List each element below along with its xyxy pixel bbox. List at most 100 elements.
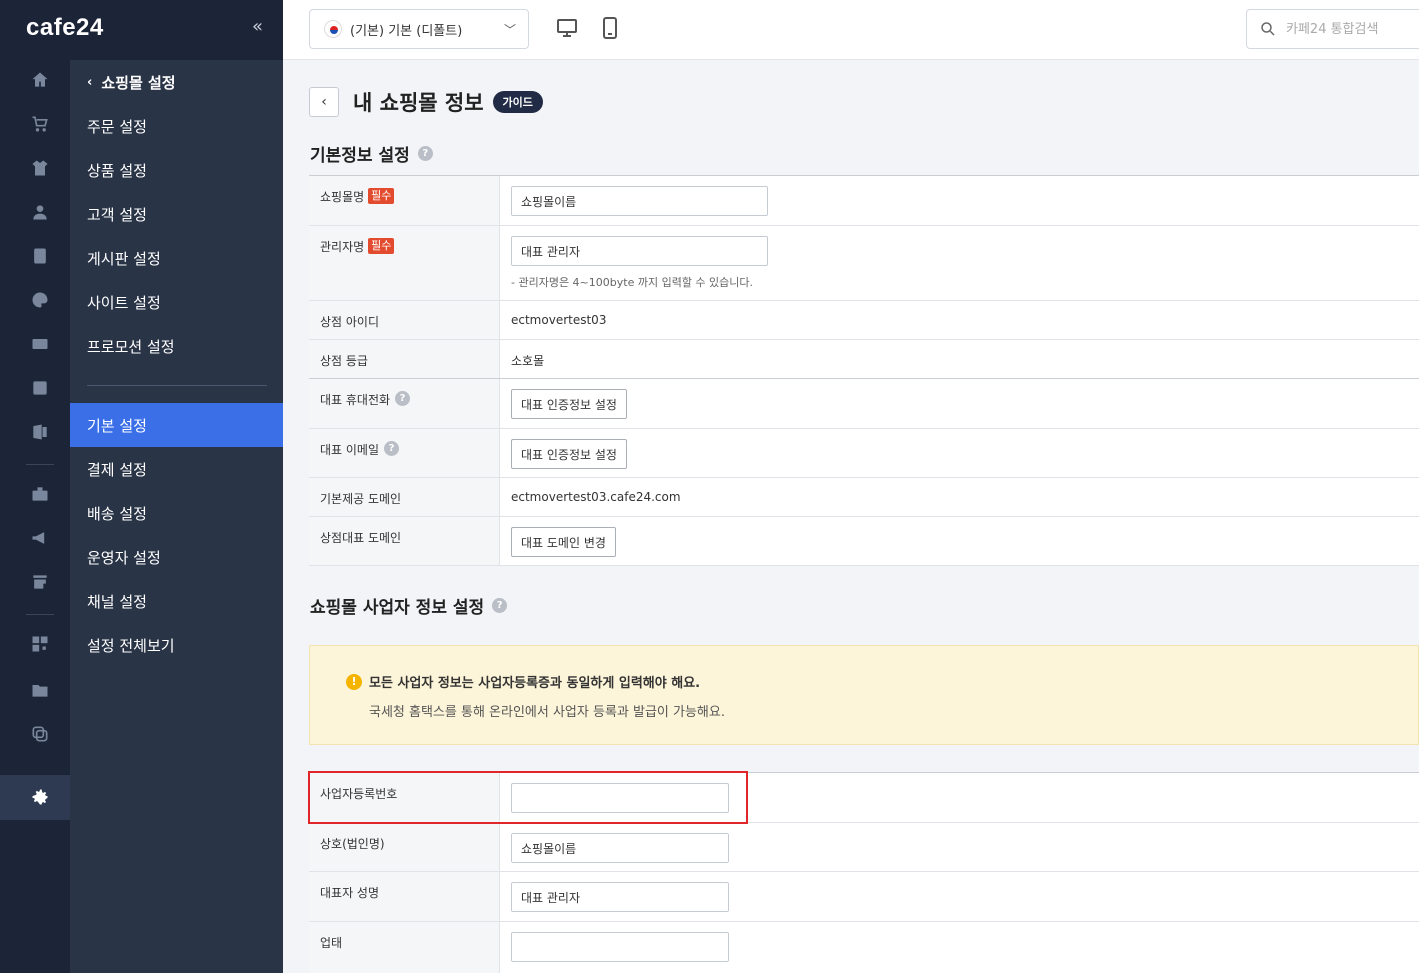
row-admin-name: 관리자명 필수 - 관리자명은 4~100byte 까지 입력할 수 있습니다. [309, 226, 1419, 301]
store-icon[interactable] [29, 422, 51, 442]
language-select-value: (기본) 기본 (디폴트) [350, 23, 463, 39]
highlight-biz-no [308, 771, 748, 824]
row-label: 관리자명 필수 [309, 226, 500, 300]
row-rep-domain: 상점대표 도메인 대표 도메인 변경 [309, 517, 1419, 566]
shop-add-icon[interactable] [29, 572, 51, 592]
row-default-domain: 기본제공 도메인 ectmovertest03.cafe24.com [309, 478, 1419, 517]
ceo-input[interactable] [511, 882, 729, 912]
company-label: 상호(법인명) [309, 823, 500, 871]
admin-name-label: 관리자명 [320, 240, 365, 254]
menu-item-promotion[interactable]: 프로모션 설정 [70, 324, 283, 368]
korea-flag-icon [324, 20, 342, 38]
row-ceo: 대표자 성명 [309, 872, 1419, 922]
ceo-label: 대표자 성명 [309, 872, 500, 921]
language-select[interactable]: (기본) 기본 (디폴트) ﹀ [309, 9, 529, 49]
row-value: 대표 인증정보 설정 [500, 429, 1419, 477]
shop-name-label: 쇼핑몰명 [320, 190, 365, 204]
menu-item-product[interactable]: 상품 설정 [70, 148, 283, 192]
menu-item-all-settings[interactable]: 설정 전체보기 [70, 623, 283, 667]
palette-icon[interactable] [29, 290, 51, 310]
search-input[interactable] [1286, 21, 1406, 37]
store-grade-value: 소호몰 [511, 354, 545, 368]
row-biz-type: 업태 [309, 922, 1419, 973]
row-value [500, 823, 1419, 871]
row-value [500, 176, 1419, 225]
menu-item-board[interactable]: 게시판 설정 [70, 236, 283, 280]
home-icon[interactable] [29, 70, 51, 90]
rail-divider [26, 614, 54, 615]
email-auth-button[interactable]: 대표 인증정보 설정 [511, 439, 627, 469]
settings-menu: ‹ 쇼핑몰 설정 주문 설정 상품 설정 고객 설정 게시판 설정 사이트 설정… [70, 60, 283, 973]
rep-domain-button[interactable]: 대표 도메인 변경 [511, 527, 616, 557]
menu-back-label: 쇼핑몰 설정 [101, 73, 176, 92]
email-label: 대표 이메일 [320, 443, 380, 457]
help-icon[interactable]: ? [384, 441, 400, 456]
row-label: 대표 휴대전화 ? [309, 379, 500, 428]
menu-item-channel[interactable]: 채널 설정 [70, 579, 283, 623]
copy-icon[interactable] [29, 724, 51, 744]
briefcase-icon[interactable] [29, 484, 51, 504]
basic-info-title: 기본정보 설정 ? [310, 141, 433, 166]
rep-domain-label: 상점대표 도메인 [309, 517, 500, 565]
store-id-label: 상점 아이디 [309, 301, 500, 339]
domain-label: 기본제공 도메인 [309, 478, 500, 516]
required-tag: 필수 [368, 188, 395, 204]
chevron-down-icon: ﹀ [503, 23, 516, 37]
company-input[interactable] [511, 833, 729, 863]
megaphone-icon[interactable] [29, 528, 51, 548]
row-label: 대표 이메일 ? [309, 429, 500, 477]
admin-name-input[interactable] [511, 236, 768, 266]
folder-add-icon[interactable] [29, 680, 51, 700]
page-header: ‹ 내 쇼핑몰 정보 가이드 [309, 87, 543, 117]
menu-item-payment[interactable]: 결제 설정 [70, 447, 283, 491]
chevron-left-icon: ‹ [321, 94, 327, 110]
desktop-icon[interactable] [555, 16, 579, 40]
collapse-sidebar-icon[interactable]: « [252, 16, 263, 37]
page-title: 내 쇼핑몰 정보 [353, 91, 484, 115]
menu-back-shop-settings[interactable]: ‹ 쇼핑몰 설정 [70, 60, 283, 104]
rail-divider [26, 464, 54, 465]
board-icon[interactable] [29, 246, 51, 266]
help-icon[interactable]: ? [417, 146, 433, 161]
row-label: 쇼핑몰명 필수 [309, 176, 500, 225]
menu-item-customer[interactable]: 고객 설정 [70, 192, 283, 236]
menu-item-operator[interactable]: 운영자 설정 [70, 535, 283, 579]
phone-auth-button[interactable]: 대표 인증정보 설정 [511, 389, 627, 419]
shirt-icon[interactable] [29, 158, 51, 178]
mobile-icon[interactable] [598, 16, 622, 40]
notice-title-row: ! 모든 사업자 정보는 사업자등록증과 동일하게 입력해야 해요. [346, 672, 1382, 691]
section-title-text: 쇼핑몰 사업자 정보 설정 [310, 598, 485, 618]
back-button[interactable]: ‹ [309, 87, 339, 117]
guide-badge[interactable]: 가이드 [492, 91, 543, 113]
chevron-left-icon: ‹ [87, 74, 93, 90]
apps-icon[interactable] [29, 634, 51, 654]
global-search[interactable] [1246, 9, 1419, 49]
row-phone: 대표 휴대전화 ? 대표 인증정보 설정 [309, 379, 1419, 429]
row-value [500, 922, 1419, 973]
shop-name-input[interactable] [511, 186, 768, 216]
admin-name-hint: - 관리자명은 4~100byte 까지 입력할 수 있습니다. [511, 276, 754, 289]
domain-value: ectmovertest03.cafe24.com [511, 490, 681, 504]
chart-icon[interactable] [29, 378, 51, 398]
notice-box: ! 모든 사업자 정보는 사업자등록증과 동일하게 입력해야 해요. 국세청 홈… [309, 645, 1419, 745]
row-value: 대표 인증정보 설정 [500, 379, 1419, 428]
required-tag: 필수 [368, 238, 395, 254]
menu-item-order[interactable]: 주문 설정 [70, 104, 283, 148]
settings-icon[interactable] [29, 787, 51, 807]
row-company: 상호(법인명) [309, 823, 1419, 872]
phone-label: 대표 휴대전화 [320, 393, 391, 407]
coupon-icon[interactable] [29, 334, 51, 354]
user-icon[interactable] [29, 202, 51, 222]
menu-item-site[interactable]: 사이트 설정 [70, 280, 283, 324]
help-icon[interactable]: ? [395, 391, 411, 406]
cart-icon[interactable] [29, 114, 51, 134]
menu-item-basic[interactable]: 기본 설정 [70, 403, 283, 447]
row-store-grade: 상점 등급 소호몰 [309, 340, 1419, 379]
menu-divider [87, 385, 267, 386]
menu-item-shipping[interactable]: 배송 설정 [70, 491, 283, 535]
row-shop-name: 쇼핑몰명 필수 [309, 176, 1419, 226]
help-icon[interactable]: ? [492, 598, 508, 613]
cafe24-logo[interactable]: cafe24 [26, 14, 104, 42]
biz-type-input[interactable] [511, 932, 729, 962]
notice-title: 모든 사업자 정보는 사업자등록증과 동일하게 입력해야 해요. [369, 676, 701, 691]
